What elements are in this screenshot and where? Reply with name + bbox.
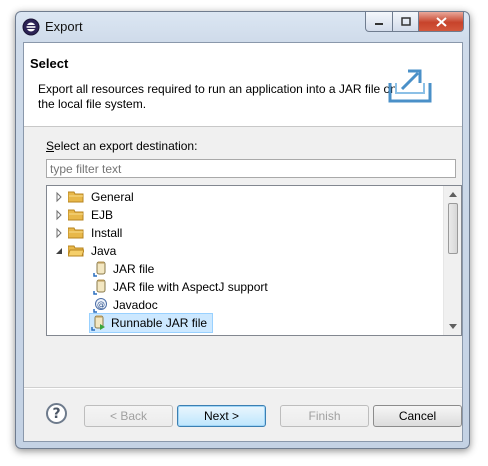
tree-item-java[interactable]: Java <box>53 242 118 260</box>
folder-icon <box>68 191 84 203</box>
tree-item-general[interactable]: General <box>53 188 136 206</box>
tree-item-ejb[interactable]: EJB <box>53 206 115 224</box>
tree-item-label: Install <box>91 226 123 240</box>
tree-item-label: JAR file <box>113 262 155 276</box>
help-icon: ? <box>52 405 61 422</box>
tree-item-runnable-jar[interactable]: Runnable JAR file <box>89 313 214 333</box>
next-button-label: Next > <box>203 409 239 423</box>
banner-description: Export all resources required to run an … <box>38 82 397 111</box>
folder-icon <box>68 227 84 239</box>
tree-item-label: Javadoc <box>113 298 158 312</box>
finish-button[interactable]: Finish <box>280 405 369 427</box>
scroll-down-arrow[interactable] <box>444 318 461 335</box>
title-bar[interactable]: Export <box>16 12 469 42</box>
scrollbar-thumb[interactable] <box>448 203 458 254</box>
mnemonic-s: S <box>46 139 55 153</box>
jar-icon <box>93 279 106 295</box>
tree-item-label: Java <box>91 244 117 258</box>
export-wizard-icon <box>388 69 432 103</box>
filter-input[interactable] <box>46 159 456 178</box>
close-icon <box>435 16 447 27</box>
minimize-button[interactable] <box>365 12 393 32</box>
scroll-up-arrow[interactable] <box>444 186 461 203</box>
destination-tree[interactable]: General EJB Install Java JAR file JAR fi… <box>46 185 462 336</box>
collapse-arrow-icon[interactable] <box>53 245 65 257</box>
tree-item-label: EJB <box>91 208 114 222</box>
cancel-button-label: Cancel <box>398 409 437 423</box>
cancel-button[interactable]: Cancel <box>373 405 462 427</box>
tree-item-javadoc[interactable]: @ Javadoc <box>93 296 160 314</box>
close-button[interactable] <box>419 12 464 32</box>
tree-item-install[interactable]: Install <box>53 224 124 242</box>
scroll-down-icon <box>448 324 457 329</box>
expand-arrow-icon[interactable] <box>53 191 65 203</box>
javadoc-icon: @ <box>93 298 107 313</box>
svg-text:@: @ <box>97 300 105 309</box>
back-button[interactable]: < Back <box>84 405 173 427</box>
tree-item-label: General <box>91 190 134 204</box>
destination-label: Select an export destination: <box>46 139 197 153</box>
tree-item-label: Runnable JAR file <box>111 316 208 330</box>
destination-label-text: elect an export destination: <box>54 139 198 153</box>
expand-arrow-icon[interactable] <box>53 209 65 221</box>
back-button-label: < Back <box>109 409 148 423</box>
next-button[interactable]: Next > <box>177 405 266 427</box>
expand-arrow-icon[interactable] <box>53 227 65 239</box>
jar-icon <box>93 261 106 277</box>
window-title: Export <box>45 19 83 34</box>
finish-button-label: Finish <box>308 409 341 423</box>
eclipse-app-icon <box>22 18 40 36</box>
minimize-icon <box>375 22 383 25</box>
maximize-button[interactable] <box>393 12 419 32</box>
tree-item-label: JAR file with AspectJ support <box>113 280 268 294</box>
help-button[interactable]: ? <box>46 403 67 424</box>
tree-vertical-scrollbar[interactable] <box>443 186 461 335</box>
button-bar-separator <box>24 387 462 389</box>
selection-highlight[interactable]: Runnable JAR file <box>89 313 214 333</box>
scroll-up-icon <box>448 192 457 197</box>
export-dialog-window: Export Select Export all resources requi… <box>15 11 470 449</box>
maximize-icon <box>400 17 411 26</box>
tree-item-jar-aspectj[interactable]: JAR file with AspectJ support <box>93 278 270 296</box>
banner-title: Select <box>30 56 69 71</box>
folder-open-icon <box>68 245 84 257</box>
folder-icon <box>68 209 84 221</box>
dialog-client-area: Select Export all resources required to … <box>23 42 463 442</box>
runnable-jar-icon <box>91 315 105 331</box>
tree-item-jar-file[interactable]: JAR file <box>93 260 156 278</box>
wizard-banner: Select Export all resources required to … <box>24 43 462 127</box>
